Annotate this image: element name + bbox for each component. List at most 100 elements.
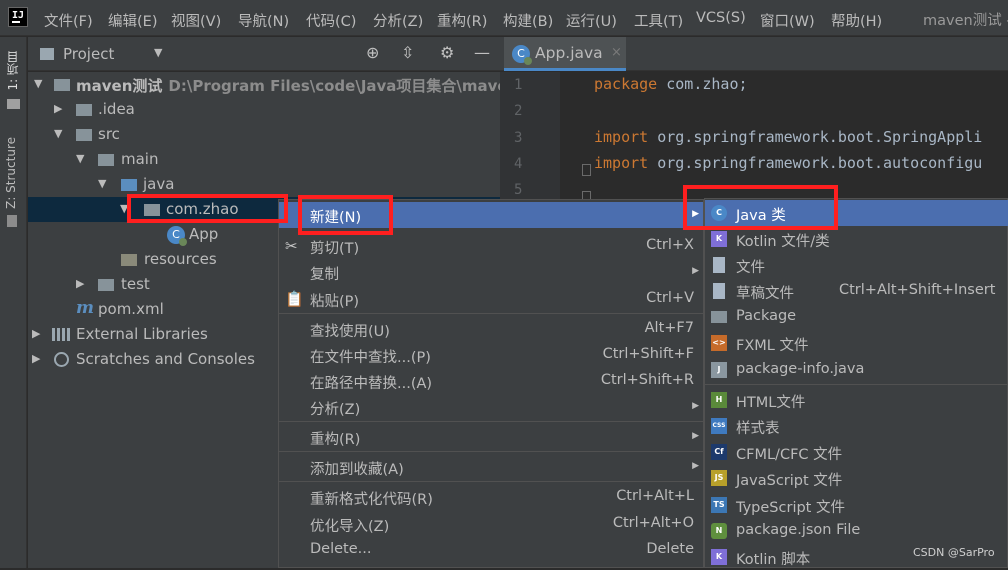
css-icon: CSS [711,418,727,434]
menu-tools[interactable]: 工具(T) [634,10,683,31]
menu-code[interactable]: 代码(C) [306,10,356,31]
menu-item-shortcut: Ctrl+Alt+L [616,488,694,504]
menu-item-find-usages[interactable]: 查找使用(U) Alt+F7 [279,316,703,342]
menu-item-shortcut: Ctrl+X [646,237,694,253]
menu-item-copy[interactable]: 复制 ▶ [279,259,703,285]
submenu-item-label: CFML/CFC 文件 [736,447,843,463]
project-panel-title[interactable]: Project [63,45,114,63]
fold-marker-icon[interactable] [582,164,591,176]
submenu-item-scratch-file[interactable]: 草稿文件 Ctrl+Alt+Shift+Insert [705,278,1008,304]
submenu-item-package[interactable]: Package [705,304,1008,330]
clipboard-icon: 📋 [285,290,304,308]
submenu-item-package-json[interactable]: N package.json File [705,518,1008,544]
submenu-item-label: JavaScript 文件 [736,473,843,489]
code-line-3[interactable]: import org.springframework.boot.SpringAp… [594,128,982,146]
code-line-1[interactable]: package com.zhao; [594,75,748,93]
menu-item-shortcut: Ctrl+V [646,290,694,306]
tree-item-label: java [143,175,175,193]
menu-item-reformat-code[interactable]: 重新格式化代码(R) Ctrl+Alt+L [279,484,703,510]
folder-icon [98,279,114,291]
tree-item-java[interactable]: ▼ java [28,172,500,197]
submenu-item-typescript[interactable]: TS TypeScript 文件 [705,492,1008,518]
close-icon[interactable]: × [611,45,622,60]
menu-item-new[interactable]: 新建(N) ▶ [279,202,703,228]
submenu-item-stylesheet[interactable]: CSS 样式表 [705,413,1008,439]
tree-item-main[interactable]: ▼ main [28,147,500,172]
expand-arrow-icon[interactable]: ▼ [120,202,128,215]
menu-item-shortcut: Ctrl+Alt+O [612,515,694,531]
collapse-icon[interactable]: ⇳ [401,43,414,62]
line-number: 2 [514,103,523,119]
tree-item-root[interactable]: ▼ maven测试 D:\Program Files\code\Java项目集合\… [28,72,500,97]
menu-item-analyze[interactable]: 分析(Z) ▶ [279,394,703,420]
menu-item-replace-in-path[interactable]: 在路径中替换...(A) Ctrl+Shift+R [279,368,703,394]
expand-arrow-icon[interactable]: ▶ [76,277,84,290]
tab-structure-tool[interactable]: Z: Structure [4,137,18,209]
submenu-item-kotlin-file[interactable]: K Kotlin 文件/类 [705,226,1008,252]
menu-item-shortcut: Ctrl+Shift+F [602,346,694,362]
menu-help[interactable]: 帮助(H) [831,10,882,31]
tab-app-java[interactable]: C App.java × [504,37,626,71]
submenu-item-label: Package [736,308,797,324]
menu-view[interactable]: 视图(V) [171,10,221,31]
menu-item-delete[interactable]: Delete... Delete [279,537,703,563]
tree-item-label: pom.xml [98,300,164,318]
line-number: 1 [514,77,523,93]
tree-item-idea[interactable]: ▶ .idea [28,97,500,122]
expand-arrow-icon[interactable]: ▼ [76,152,84,165]
menu-item-find-in-files[interactable]: 在文件中查找...(P) Ctrl+Shift+F [279,342,703,368]
submenu-item-javascript[interactable]: JS JavaScript 文件 [705,465,1008,491]
menu-analyze[interactable]: 分析(Z) [373,10,423,31]
expand-arrow-icon[interactable]: ▶ [32,327,40,340]
submenu-item-html[interactable]: H HTML文件 [705,387,1008,413]
submenu-arrow-icon: ▶ [692,461,699,471]
minimize-icon[interactable]: — [474,43,490,62]
menu-vcs[interactable]: VCS(S) [696,10,746,26]
menu-run[interactable]: 运行(U) [566,10,617,31]
expand-arrow-icon[interactable]: ▶ [32,352,40,365]
submenu-item-label: 样式表 [736,421,780,437]
menu-item-optimize-imports[interactable]: 优化导入(Z) Ctrl+Alt+O [279,511,703,537]
menu-file[interactable]: 文件(F) [44,10,93,31]
tree-item-label: test [121,275,150,293]
expand-arrow-icon[interactable]: ▼ [54,127,62,140]
menu-window[interactable]: 窗口(W) [760,10,815,31]
menu-refactor[interactable]: 重构(R) [437,10,487,31]
target-icon[interactable]: ⊕ [366,43,379,62]
typescript-icon: TS [711,497,727,513]
menu-navigate[interactable]: 导航(N) [238,10,289,31]
tree-item-label: .idea [98,100,135,118]
scratch-file-icon [713,283,725,299]
context-menu: 新建(N) ▶ ✂ 剪切(T) Ctrl+X 复制 ▶ 📋 粘贴(P) Ctrl… [278,199,704,568]
menu-build[interactable]: 构建(B) [503,10,553,31]
kotlin-script-icon: K [711,549,727,565]
submenu-item-file[interactable]: 文件 [705,252,1008,278]
javascript-icon: JS [711,470,727,486]
menu-item-refactor[interactable]: 重构(R) ▶ [279,424,703,450]
class-icon: C [167,226,187,246]
menu-item-cut[interactable]: ✂ 剪切(T) Ctrl+X [279,233,703,259]
expand-arrow-icon[interactable]: ▶ [54,102,62,115]
tree-item-src[interactable]: ▼ src [28,122,500,147]
submenu-item-label: Kotlin 脚本 [736,552,811,568]
submenu-item-package-info[interactable]: J package-info.java [705,357,1008,383]
source-folder-icon [121,179,137,191]
tab-project-tool[interactable]: 1: 项目 [4,51,21,91]
gear-icon[interactable]: ⚙ [440,43,454,62]
expand-arrow-icon[interactable]: ▼ [34,77,42,90]
code-line-4[interactable]: import org.springframework.boot.autoconf… [594,154,982,172]
submenu-item-cfml[interactable]: Cf CFML/CFC 文件 [705,439,1008,465]
submenu-item-fxml[interactable]: <> FXML 文件 [705,330,1008,356]
menu-item-add-to-favorites[interactable]: 添加到收藏(A) ▶ [279,454,703,480]
menu-separator [279,421,703,422]
menu-separator [279,451,703,452]
menu-item-paste[interactable]: 📋 粘贴(P) Ctrl+V [279,286,703,312]
expand-arrow-icon[interactable]: ▼ [98,177,106,190]
menu-item-label: 新建(N) [310,210,362,226]
tree-item-label: External Libraries [76,325,208,343]
folder-icon [76,104,92,116]
menu-edit[interactable]: 编辑(E) [108,10,157,31]
maven-icon: m [76,298,94,318]
submenu-item-java-class[interactable]: C Java 类 [705,200,1008,226]
chevron-down-icon[interactable]: ▼ [154,46,162,59]
